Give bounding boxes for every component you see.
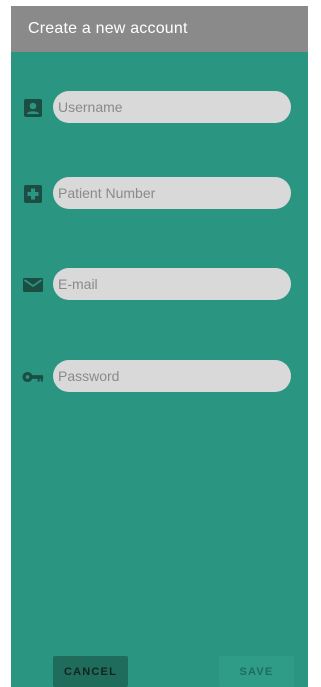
password-field[interactable] (53, 360, 291, 392)
cancel-button[interactable]: CANCEL (53, 656, 128, 687)
key-icon (22, 366, 44, 388)
medical-plus-icon (22, 183, 44, 205)
envelope-icon (22, 274, 44, 296)
email-field[interactable] (53, 268, 291, 300)
app-bar: Create a new account (11, 6, 308, 52)
account-box-icon (22, 97, 44, 119)
username-field[interactable] (53, 91, 291, 123)
patient-number-field[interactable] (53, 177, 291, 209)
app-screen: Create a new account Username Patient Nu… (11, 6, 308, 687)
page-title: Create a new account (28, 20, 188, 37)
cancel-button-label: CANCEL (63, 665, 118, 678)
save-button[interactable]: SAVE (219, 656, 294, 687)
save-button-label: SAVE (239, 665, 274, 678)
